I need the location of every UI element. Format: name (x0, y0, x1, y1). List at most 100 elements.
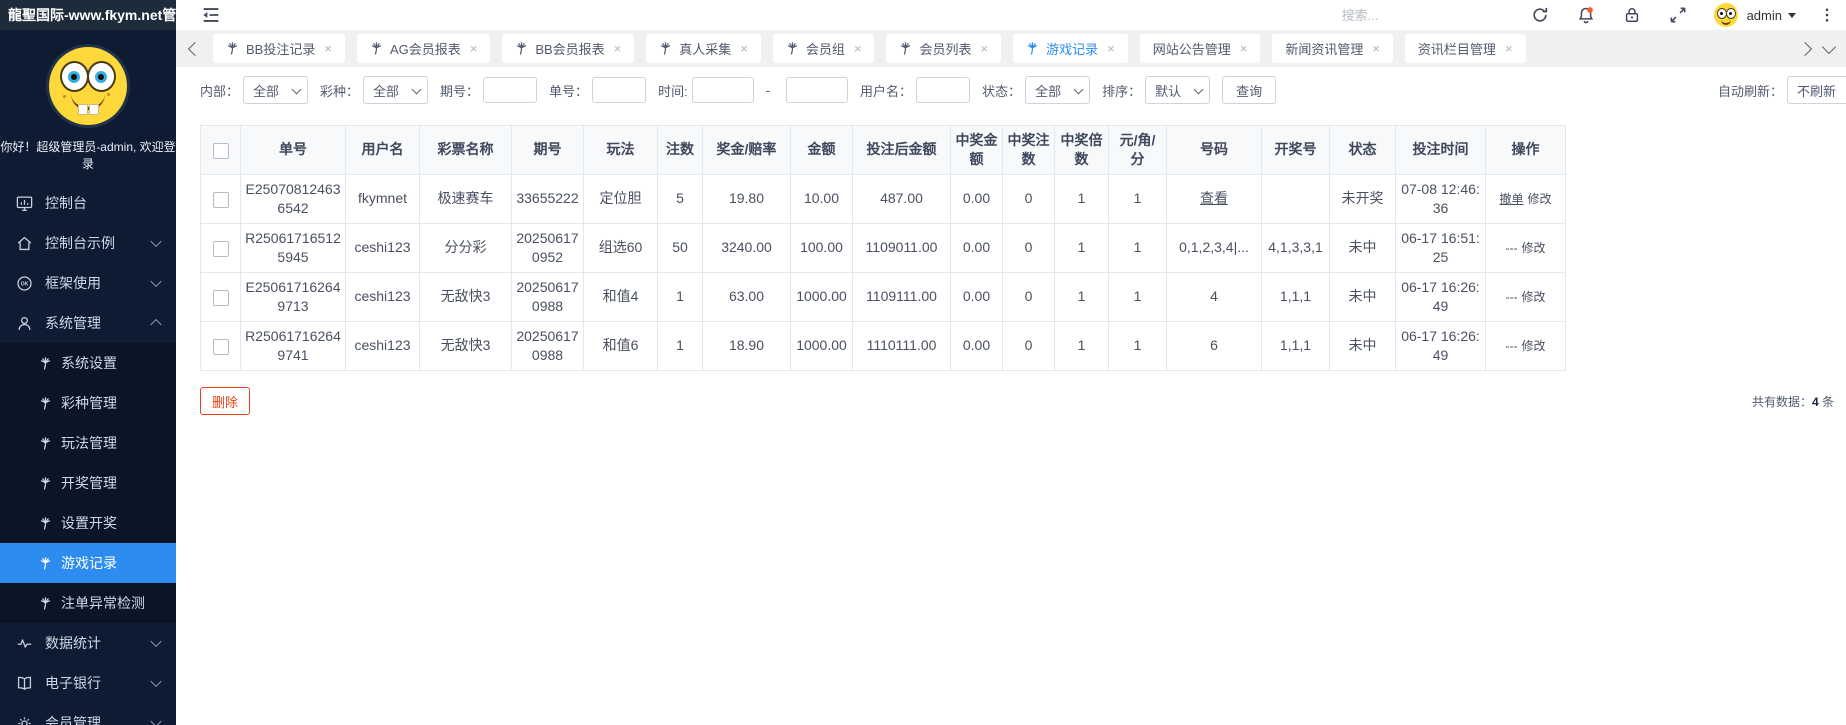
tab-close-icon[interactable]: × (1372, 42, 1380, 55)
tab-close-icon[interactable]: × (470, 42, 478, 55)
issue-label: 期号： (440, 83, 480, 99)
tabs-dropdown-icon[interactable] (1821, 39, 1837, 55)
cell-odds: 3240.00 (702, 222, 791, 273)
sidebar-item-label: 游戏记录 (61, 555, 117, 571)
bell-icon[interactable] (1576, 5, 1596, 25)
operation-disabled: --- (1505, 289, 1518, 304)
tab-member-list[interactable]: 会员列表 × (886, 34, 1002, 63)
issue-input[interactable] (483, 77, 538, 103)
tab-news-column-management[interactable]: 资讯栏目管理 × (1404, 34, 1526, 63)
tabs-scroll-left-icon[interactable] (187, 41, 203, 56)
select-value: 全部 (1035, 83, 1062, 99)
tab-news-management[interactable]: 新闻资讯管理 × (1272, 34, 1393, 63)
sort-select[interactable]: 默认 (1145, 76, 1211, 104)
tab-close-icon[interactable]: × (1107, 42, 1115, 55)
modify-link[interactable]: 修改 (1521, 241, 1545, 255)
cell-unit: 1 (1108, 222, 1167, 273)
row-checkbox[interactable] (212, 338, 229, 355)
sidebar-item-order-anomaly-detection[interactable]: 注单异常检测 (0, 583, 176, 623)
cell-number: 查看 (1166, 173, 1262, 224)
tree-icon (39, 557, 52, 570)
delete-button[interactable]: 删除 (200, 387, 251, 415)
tree-icon (899, 42, 912, 55)
internal-select[interactable]: 全部 (243, 76, 309, 104)
user-menu[interactable]: admin (1747, 8, 1796, 23)
query-button[interactable]: 查询 (1222, 76, 1277, 104)
sidebar-item-console[interactable]: 控制台 (0, 183, 176, 223)
lottery-select[interactable]: 全部 (363, 76, 429, 104)
sidebar-item-lottery-management[interactable]: 彩种管理 (0, 383, 176, 423)
user-icon (18, 316, 31, 330)
sidebar-item-e-bank[interactable]: 电子银行 (0, 663, 176, 703)
modify-link[interactable]: 修改 (1528, 192, 1552, 206)
search-input[interactable] (1339, 6, 1504, 24)
tab-member-group[interactable]: 会员组 × (772, 34, 875, 63)
tab-close-icon[interactable]: × (324, 42, 332, 55)
select-value: 全部 (253, 83, 280, 99)
tab-close-icon[interactable]: × (1240, 42, 1248, 55)
tab-ag-member-report[interactable]: AG会员报表 × (356, 34, 491, 63)
sidebar-collapse-icon[interactable] (200, 4, 222, 26)
tab-game-records[interactable]: 游戏记录 × (1013, 34, 1128, 63)
tab-close-icon[interactable]: × (854, 42, 862, 55)
tabs-scroll-right-icon[interactable] (1797, 41, 1813, 57)
sidebar-item-data-statistics[interactable]: 数据统计 (0, 623, 176, 663)
tab-close-icon[interactable]: × (981, 42, 989, 55)
cell-lottery-name: 极速赛车 (419, 173, 512, 224)
lock-icon[interactable] (1622, 5, 1642, 25)
tab-bb-member-report[interactable]: BB会员报表 × (502, 34, 635, 63)
tree-icon (39, 437, 52, 450)
auto-refresh-select[interactable]: 不刷新 (1787, 76, 1846, 104)
svg-text:OK: OK (21, 281, 29, 287)
row-checkbox[interactable] (212, 289, 229, 306)
cell-unit: 1 (1108, 271, 1167, 322)
time-end-input[interactable] (786, 77, 849, 103)
cell-bet-count: 50 (657, 222, 703, 273)
sidebar-item-draw-management[interactable]: 开奖管理 (0, 463, 176, 503)
fullscreen-icon[interactable] (1668, 5, 1688, 25)
avatar[interactable] (1713, 3, 1738, 27)
tab-close-icon[interactable]: × (740, 42, 748, 55)
tab-live-collection[interactable]: 真人采集 × (646, 34, 761, 63)
sidebar-item-play-management[interactable]: 玩法管理 (0, 423, 176, 463)
tree-icon (39, 517, 52, 530)
sidebar-item-set-draw[interactable]: 设置开奖 (0, 503, 176, 543)
status-label: 状态： (982, 83, 1022, 99)
tab-bb-bet-records[interactable]: BB投注记录 × (213, 34, 345, 63)
username-input[interactable] (916, 77, 971, 103)
header-open-number: 开奖号 (1261, 125, 1330, 175)
view-number-link[interactable]: 查看 (1200, 190, 1228, 206)
cancel-order-link[interactable]: 撤单 (1499, 192, 1523, 206)
tab-close-icon[interactable]: × (614, 42, 622, 55)
cell-win-multiple: 1 (1054, 222, 1109, 273)
sidebar-item-system-management[interactable]: 系统管理 (0, 303, 176, 343)
chevron-down-icon (1073, 84, 1084, 95)
modify-link[interactable]: 修改 (1521, 339, 1545, 353)
status-select[interactable]: 全部 (1025, 76, 1091, 104)
refresh-icon[interactable] (1530, 5, 1550, 25)
tab-label: 网站公告管理 (1152, 42, 1231, 57)
time-start-input[interactable] (691, 77, 754, 103)
select-value: 全部 (373, 83, 400, 99)
console-icon (16, 196, 33, 211)
sidebar: 龍聖国际-www.fkym.net管 你好！超级管理员-admin, 欢迎登录 … (0, 0, 176, 725)
cell-win-amount: 0.00 (950, 173, 1003, 224)
sidebar-item-label: 系统设置 (61, 355, 117, 371)
row-checkbox[interactable] (212, 191, 229, 208)
sidebar-item-console-demo[interactable]: 控制台示例 (0, 223, 176, 263)
tab-close-icon[interactable]: × (1505, 42, 1513, 55)
row-checkbox[interactable] (212, 240, 229, 257)
cell-win-amount: 0.00 (950, 222, 1003, 273)
modify-link[interactable]: 修改 (1521, 290, 1545, 304)
sidebar-item-system-settings[interactable]: 系统设置 (0, 343, 176, 383)
sidebar-item-framework-usage[interactable]: OK 框架使用 (0, 263, 176, 303)
more-vertical-icon[interactable] (1818, 5, 1836, 25)
range-separator: - (765, 82, 771, 98)
select-all-checkbox[interactable] (212, 142, 229, 159)
order-input[interactable] (592, 77, 647, 103)
sidebar-item-label: 数据统计 (45, 635, 101, 651)
sidebar-item-game-records[interactable]: 游戏记录 (0, 543, 176, 583)
tab-site-announcement[interactable]: 网站公告管理 × (1139, 34, 1261, 63)
cell-number: 0,1,2,3,4|... (1166, 222, 1262, 273)
sidebar-item-member-management[interactable]: 会员管理 (0, 703, 176, 725)
